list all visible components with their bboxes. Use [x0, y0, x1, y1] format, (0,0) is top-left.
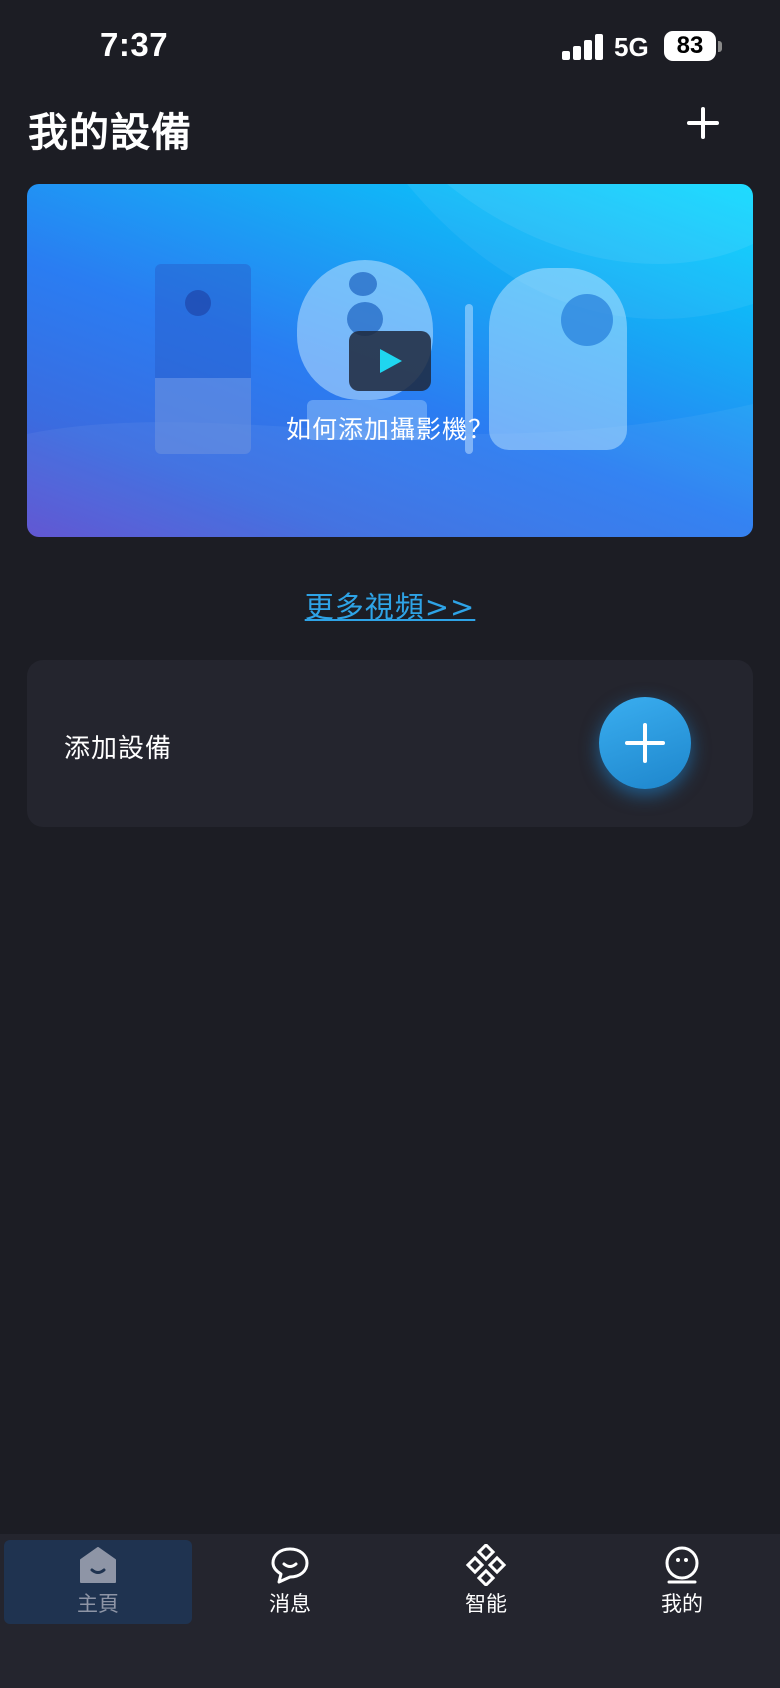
- tab-profile-label: 我的: [661, 1592, 703, 1616]
- signal-icon: [562, 34, 604, 60]
- play-button[interactable]: [349, 331, 431, 391]
- add-device-button[interactable]: [599, 697, 691, 789]
- tab-profile[interactable]: 我的: [588, 1534, 776, 1618]
- tutorial-banner[interactable]: 如何添加攝影機？: [27, 184, 753, 537]
- tab-home[interactable]: 主頁: [4, 1540, 192, 1624]
- banner-caption: 如何添加攝影機？: [285, 415, 494, 444]
- play-icon: [380, 349, 402, 373]
- battery-cap: [718, 41, 722, 52]
- tab-messages-label: 消息: [269, 1592, 311, 1616]
- plus-icon: [687, 107, 719, 139]
- header-add-button[interactable]: [684, 104, 722, 142]
- battery-icon: 83: [664, 31, 716, 61]
- more-videos-link[interactable]: 更多視頻>>: [0, 584, 780, 626]
- tab-bar: 主頁 消息 智能 我的: [0, 1534, 780, 1688]
- add-device-card[interactable]: 添加設備: [27, 660, 753, 827]
- tab-smart-label: 智能: [465, 1592, 507, 1616]
- message-icon: [271, 1547, 309, 1584]
- tab-messages[interactable]: 消息: [196, 1534, 384, 1618]
- status-bar: 7:37 5G 83: [0, 0, 780, 92]
- tab-smart[interactable]: 智能: [392, 1534, 580, 1618]
- add-device-label: 添加設備: [64, 734, 173, 764]
- tab-home-label: 主頁: [77, 1592, 119, 1616]
- plus-icon: [625, 723, 665, 763]
- smart-icon: [465, 1544, 507, 1586]
- status-time: 7:37: [100, 26, 169, 63]
- screen: 7:37 5G 83 我的設備 如何添加攝影機？ 更多視頻>> 添加設備 主頁 …: [0, 0, 780, 1688]
- page-title: 我的設備: [28, 110, 192, 156]
- home-icon: [80, 1547, 116, 1583]
- network-type: 5G: [614, 32, 649, 62]
- profile-icon: [665, 1546, 699, 1584]
